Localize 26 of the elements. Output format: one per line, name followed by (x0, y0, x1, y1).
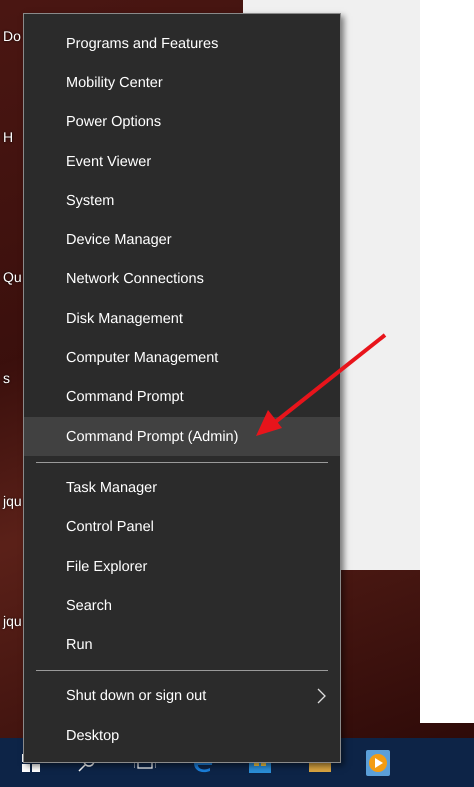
menu-item[interactable]: Command Prompt (Admin) (24, 416, 340, 456)
chevron-right-icon (317, 688, 326, 704)
menu-item[interactable]: Power Options (24, 102, 340, 142)
menu-item[interactable]: Run (24, 625, 340, 665)
menu-item[interactable]: Mobility Center (24, 63, 340, 103)
menu-item[interactable]: Task Manager (24, 468, 340, 508)
menu-item[interactable]: Network Connections (24, 260, 340, 300)
desktop-icon-label[interactable]: jqu (3, 493, 22, 509)
menu-item[interactable]: Shut down or sign out (24, 676, 340, 716)
menu-item[interactable]: Device Manager (24, 220, 340, 260)
media-player-icon[interactable] (366, 750, 390, 776)
menu-item[interactable]: Command Prompt (24, 378, 340, 417)
desktop-icon-label[interactable]: Qu (3, 269, 22, 285)
menu-item[interactable]: Event Viewer (24, 142, 340, 182)
menu-item[interactable]: Disk Management (24, 299, 340, 338)
menu-item[interactable]: Programs and Features (24, 24, 340, 64)
menu-item[interactable]: File Explorer (24, 546, 340, 586)
menu-item[interactable]: Search (24, 586, 340, 626)
menu-item[interactable]: Computer Management (24, 338, 340, 378)
desktop-icon-label[interactable]: jqu (3, 613, 22, 629)
menu-item[interactable]: Control Panel (24, 508, 340, 547)
menu-item[interactable]: System (24, 181, 340, 220)
desktop-icon-label[interactable]: H (3, 129, 14, 145)
desktop-icon-label[interactable]: s (3, 370, 10, 386)
menu-item[interactable]: Desktop (24, 716, 340, 756)
desktop-icon-label[interactable]: Do (3, 28, 21, 44)
